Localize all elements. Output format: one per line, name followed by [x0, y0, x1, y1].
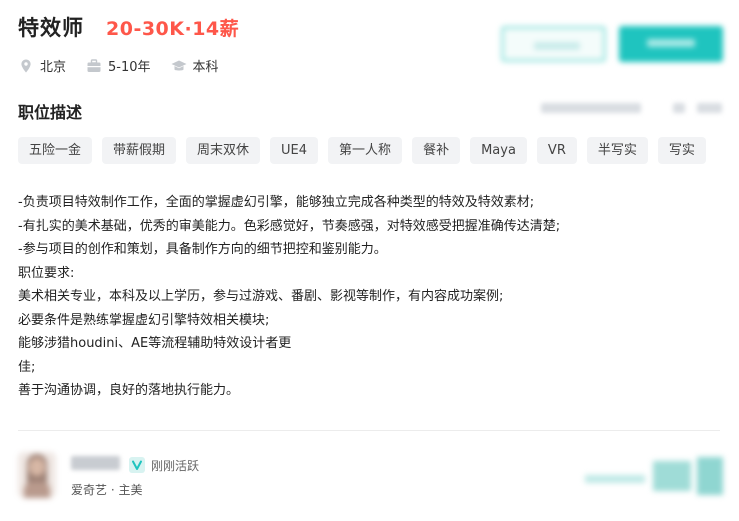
job-meta: 北京 5-10年 本科: [18, 56, 239, 75]
section-title-job-description: 职位描述: [18, 103, 83, 122]
blurred-info-3: [697, 103, 722, 113]
meta-experience: 5-10年: [86, 56, 151, 75]
blurred-qr-area[interactable]: [585, 455, 725, 497]
meta-education: 本科: [171, 56, 219, 75]
description-line: 必要条件是熟练掌握虚幻引擎特效相关模块;: [18, 312, 270, 328]
education-text: 本科: [192, 60, 219, 75]
description-line: -负责项目特效制作工作，全面的掌握虚幻引擎，能够独立完成各种类型的特效及特效素材…: [18, 195, 535, 210]
description-line: -有扎实的美术基础，优秀的审美能力。色彩感觉好，节奏感强，对特效感受把握准确传达…: [18, 218, 561, 234]
graduation-cap-icon: [171, 60, 187, 70]
salary: 20-30K·14薪: [106, 18, 240, 40]
description-line: 美术相关专业，本科及以上学历，参与过游戏、番剧、影视等制作，有内容成功案例;: [18, 289, 504, 304]
chat-button-blurred[interactable]: [501, 26, 606, 62]
job-description-text: -负责项目特效制作工作，全面的掌握虚幻引擎，能够独立完成各种类型的特效及特效素材…: [18, 191, 718, 403]
location-pin-icon: [21, 59, 31, 72]
divider: [18, 430, 720, 431]
avatar[interactable]: [18, 452, 56, 498]
experience-text: 5-10年: [108, 60, 151, 75]
job-title: 特效师: [18, 16, 84, 40]
tag: VR: [536, 137, 577, 164]
tag: 周末双休: [186, 137, 261, 164]
description-line: 善于沟通协调，良好的落地执行能力。: [18, 383, 240, 398]
blurred-info-1: [541, 103, 641, 113]
tag: 写实: [657, 137, 706, 164]
description-line: 佳;: [18, 359, 36, 375]
tag: Maya: [470, 137, 527, 164]
tag: UE4: [270, 137, 319, 164]
tag: 第一人称: [328, 137, 403, 164]
tag: 半写实: [586, 137, 648, 164]
description-line: 职位要求:: [18, 265, 75, 281]
description-line: 能够涉猎houdini、AE等流程辅助特效设计者更: [18, 336, 292, 351]
recruiter-name-blurred: [71, 456, 120, 470]
blurred-info-2: [673, 103, 685, 113]
tag: 餐补: [412, 137, 461, 164]
benefit-tags: 五险一金 带薪假期 周末双休 UE4 第一人称 餐补 Maya VR 半写实 写…: [18, 137, 716, 164]
recruiter-company-role: 爱奇艺 · 主美: [71, 483, 143, 497]
verified-v-icon: [129, 457, 145, 473]
description-line: -参与项目的创作和策划，具备制作方向的细节把控和鉴别能力。: [18, 242, 387, 257]
meta-location: 北京: [18, 56, 66, 75]
job-header: 特效师 20-30K·14薪: [18, 12, 239, 42]
briefcase-icon: [87, 58, 101, 72]
tag: 带薪假期: [102, 137, 177, 164]
tag: 五险一金: [18, 137, 93, 164]
location-text: 北京: [40, 60, 67, 75]
apply-button-blurred[interactable]: [619, 26, 723, 62]
recruiter-status: 刚刚活跃: [151, 459, 200, 473]
